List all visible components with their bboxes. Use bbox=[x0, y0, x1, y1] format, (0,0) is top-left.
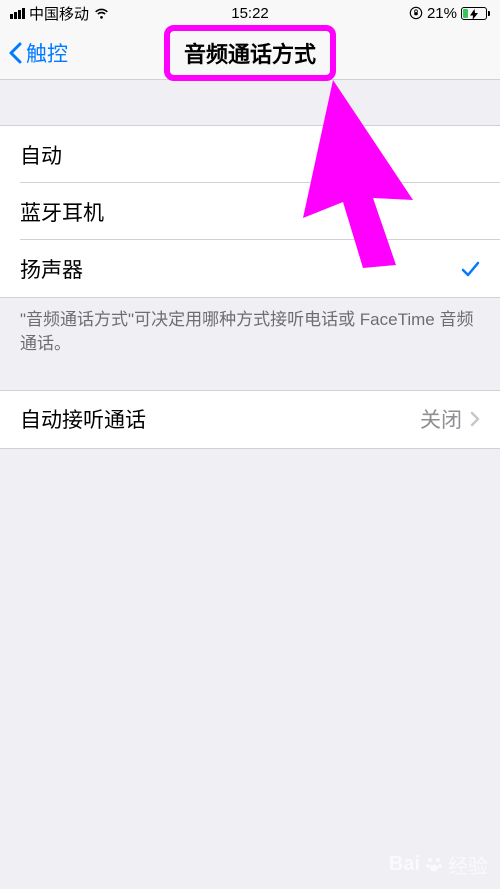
option-auto[interactable]: 自动 bbox=[0, 126, 500, 183]
section-footer-text: "音频通话方式"可决定用哪种方式接听电话或 FaceTime 音频通话。 bbox=[0, 298, 500, 366]
battery-icon bbox=[461, 7, 490, 20]
row-label: 自动接听通话 bbox=[20, 404, 146, 434]
battery-percent: 21% bbox=[427, 5, 457, 22]
section-spacer bbox=[0, 366, 500, 390]
wifi-icon bbox=[93, 7, 110, 20]
row-value-group: 关闭 bbox=[420, 404, 480, 434]
cell-signal-icon bbox=[10, 8, 25, 19]
option-label: 自动 bbox=[20, 140, 62, 170]
option-speaker[interactable]: 扬声器 bbox=[0, 240, 500, 297]
paw-icon bbox=[424, 855, 444, 875]
nav-bar: 触控 音频通话方式 bbox=[0, 26, 500, 80]
status-right-group: 21% bbox=[409, 5, 490, 22]
watermark: Bai 经验 bbox=[389, 850, 488, 879]
page-title: 音频通话方式 bbox=[184, 37, 316, 69]
option-label: 扬声器 bbox=[20, 254, 83, 284]
carrier-label: 中国移动 bbox=[29, 3, 89, 24]
chevron-left-icon bbox=[8, 42, 22, 64]
back-label: 触控 bbox=[26, 38, 68, 68]
chevron-right-icon bbox=[470, 411, 480, 427]
status-left-group: 中国移动 bbox=[10, 3, 110, 24]
title-highlight-annotation: 音频通话方式 bbox=[164, 25, 336, 81]
audio-routing-options: 自动 蓝牙耳机 扬声器 bbox=[0, 125, 500, 298]
watermark-brand: Bai bbox=[389, 853, 420, 876]
option-bluetooth-headset[interactable]: 蓝牙耳机 bbox=[0, 183, 500, 240]
clock: 15:22 bbox=[231, 5, 269, 22]
auto-answer-section: 自动接听通话 关闭 bbox=[0, 390, 500, 449]
section-spacer bbox=[0, 80, 500, 125]
checkmark-icon bbox=[460, 259, 480, 279]
back-button[interactable]: 触控 bbox=[8, 38, 68, 68]
option-label: 蓝牙耳机 bbox=[20, 197, 104, 227]
row-value: 关闭 bbox=[420, 404, 462, 434]
watermark-text: 经验 bbox=[448, 850, 488, 879]
status-bar: 中国移动 15:22 21% bbox=[0, 0, 500, 26]
rotation-lock-icon bbox=[409, 6, 423, 20]
auto-answer-row[interactable]: 自动接听通话 关闭 bbox=[0, 391, 500, 448]
